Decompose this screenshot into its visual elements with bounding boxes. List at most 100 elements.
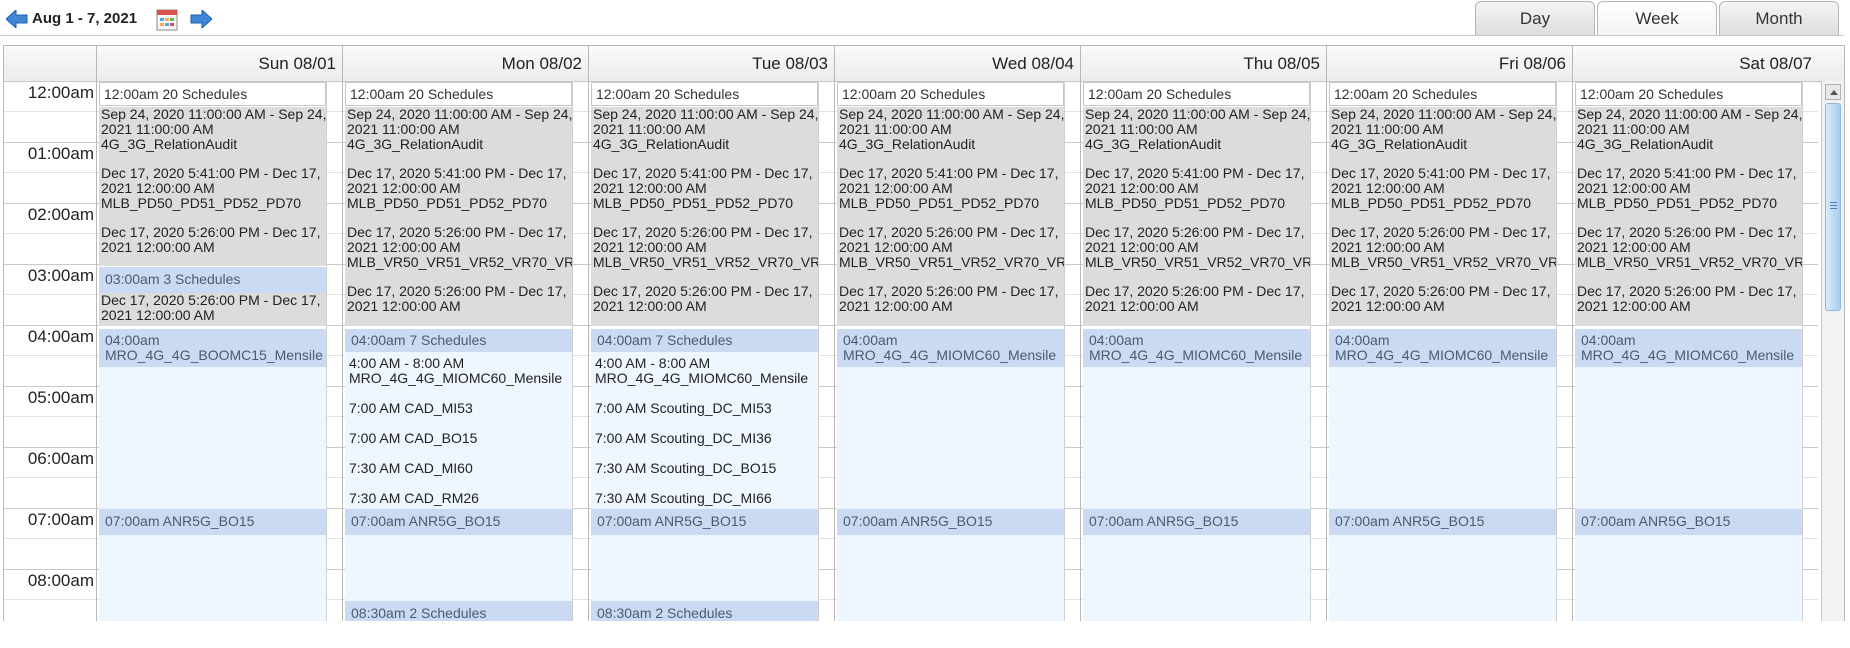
schedule-entry-text: 2021 12:00:00 AM bbox=[1085, 298, 1199, 314]
day-column-wed[interactable]: 12:00am 20 Schedules Sep 24, 2020 11:00:0… bbox=[834, 81, 1080, 621]
schedule-entry-text: Dec 17, 2020 5:41:00 PM - Dec 17, bbox=[1331, 165, 1551, 181]
schedule-block-4am[interactable]: 04:00am MRO_4G_4G_MIOMC60_Mensile bbox=[1083, 329, 1310, 509]
day-column-thu[interactable]: 12:00am 20 Schedules Sep 24, 2020 11:00:0… bbox=[1080, 81, 1326, 621]
tag-line: MRO_4G_4G_BOOMC15_Mensile bbox=[105, 347, 323, 363]
schedule-entry-text[interactable]: 7:30 AM CAD_MI60 bbox=[345, 461, 572, 476]
schedule-entry-text[interactable]: 7:30 AM Scouting_DC_BO15 bbox=[591, 461, 818, 476]
schedule-entry-text: 2021 12:00:00 AM bbox=[347, 239, 461, 255]
schedule-entry-text: Sep 24, 2020 11:00:00 AM - Sep 24, bbox=[1577, 107, 1802, 122]
schedule-entry-text[interactable]: 4:00 AM - 8:00 AM bbox=[345, 356, 572, 371]
day-column-mon[interactable]: 12:00am 20 Schedules Sep 24, 2020 11:00:0… bbox=[342, 81, 588, 621]
schedule-block-4am[interactable]: 04:00am MRO_4G_4G_BOOMC15_Mensile bbox=[99, 329, 326, 509]
schedule-entry-text[interactable]: 7:00 AM Scouting_DC_MI36 bbox=[591, 431, 818, 446]
schedule-7am[interactable]: 07:00am ANR5G_BO15 bbox=[99, 509, 326, 535]
time-label: 08:00am bbox=[27, 571, 94, 590]
schedule-block-midnight[interactable]: Sep 24, 2020 11:00:00 AM - Sep 24, 2021 1… bbox=[837, 107, 1064, 326]
schedule-entry-text: 2021 12:00:00 AM bbox=[839, 298, 953, 314]
schedule-summary-12am[interactable]: 12:00am 20 Schedules bbox=[99, 82, 326, 106]
schedule-block-4am[interactable]: 04:00am MRO_4G_4G_MIOMC60_Mensile bbox=[1329, 329, 1556, 509]
schedule-entry-text: Sep 24, 2020 11:00:00 AM - Sep 24, bbox=[1331, 107, 1556, 122]
schedule-entry-text[interactable]: 7:30 AM CAD_RM26 bbox=[345, 491, 572, 506]
schedule-summary-12am[interactable]: 12:00am 20 Schedules bbox=[1329, 82, 1556, 106]
schedule-entry-text: 4G_3G_RelationAudit bbox=[1085, 136, 1222, 152]
tag-line: MRO_4G_4G_MIOMC60_Mensile bbox=[843, 347, 1057, 363]
schedule-block-midnight[interactable]: Sep 24, 2020 11:00:00 AM - Sep 24, 2021 1… bbox=[345, 107, 572, 326]
schedule-entry-text: MLB_VR50_VR51_VR52_VR70_VR bbox=[1331, 254, 1556, 270]
schedule-summary-4am[interactable]: 04:00am 7 Schedules bbox=[345, 329, 572, 352]
schedule-summary-830am[interactable]: 08:30am 2 Schedules bbox=[345, 601, 572, 621]
schedule-entry-text[interactable]: MRO_4G_4G_MIOMC60_Mensile bbox=[345, 371, 572, 386]
schedule-entry-text: 2021 12:00:00 AM bbox=[1577, 298, 1691, 314]
day-column-sat[interactable]: 12:00am 20 Schedules Sep 24, 2020 11:00:0… bbox=[1572, 81, 1818, 621]
schedule-block-midnight[interactable]: Sep 24, 2020 11:00:00 AM - Sep 24, 2021 1… bbox=[1575, 107, 1802, 326]
schedule-7am[interactable]: 07:00am ANR5G_BO15 bbox=[345, 509, 572, 535]
schedule-entry-text: 4G_3G_RelationAudit bbox=[1331, 136, 1468, 152]
schedule-block-4am[interactable]: 04:00am 7 Schedules 4:00 AM - 8:00 AM MRO_… bbox=[345, 329, 572, 509]
day-header-sat: Sat 08/07 bbox=[1572, 46, 1818, 81]
overflow-lane bbox=[818, 81, 834, 621]
schedule-block-3am[interactable]: Dec 17, 2020 5:26:00 PM - Dec 17, 2021 12… bbox=[99, 293, 326, 326]
schedule-block-4am[interactable]: 04:00am MRO_4G_4G_MIOMC60_Mensile bbox=[837, 329, 1064, 509]
schedule-7am[interactable]: 07:00am ANR5G_BO15 bbox=[1083, 509, 1310, 535]
schedule-entry-text: 4G_3G_RelationAudit bbox=[593, 136, 730, 152]
schedule-summary-12am[interactable]: 12:00am 20 Schedules bbox=[1575, 82, 1802, 106]
day-column-fri[interactable]: 12:00am 20 Schedules Sep 24, 2020 11:00:0… bbox=[1326, 81, 1572, 621]
schedule-block-7am bbox=[1083, 535, 1310, 621]
schedule-entry-text: MLB_VR50_VR51_VR52_VR70_VR bbox=[1085, 254, 1310, 270]
schedule-tag-4am[interactable]: 04:00am MRO_4G_4G_MIOMC60_Mensile bbox=[1329, 329, 1556, 367]
schedule-entry-text: Dec 17, 2020 5:26:00 PM - Dec 17, bbox=[593, 283, 813, 299]
schedule-list: 4:00 AM - 8:00 AM MRO_4G_4G_MIOMC60_Mensi… bbox=[591, 352, 818, 506]
arrow-right-icon bbox=[190, 10, 212, 28]
schedule-block-midnight[interactable]: Sep 24, 2020 11:00:00 AM - Sep 24, 2021 1… bbox=[99, 107, 326, 266]
schedule-summary-12am[interactable]: 12:00am 20 Schedules bbox=[345, 82, 572, 106]
overflow-lane bbox=[572, 81, 588, 621]
schedule-block-midnight[interactable]: Sep 24, 2020 11:00:00 AM - Sep 24, 2021 1… bbox=[1329, 107, 1556, 326]
schedule-tag-4am[interactable]: 04:00am MRO_4G_4G_MIOMC60_Mensile bbox=[1575, 329, 1802, 367]
schedule-summary-3am[interactable]: 03:00am 3 Schedules bbox=[99, 267, 326, 293]
tab-month[interactable]: Month bbox=[1719, 1, 1839, 35]
schedule-entry-text[interactable]: 7:00 AM CAD_BO15 bbox=[345, 431, 572, 446]
schedule-entry-text[interactable]: MRO_4G_4G_MIOMC60_Mensile bbox=[591, 371, 818, 386]
schedule-summary-830am[interactable]: 08:30am 2 Schedules bbox=[591, 601, 818, 621]
vertical-scrollbar[interactable] bbox=[1821, 81, 1844, 621]
time-label: 07:00am bbox=[27, 510, 94, 529]
schedule-block-midnight[interactable]: Sep 24, 2020 11:00:00 AM - Sep 24, 2021 1… bbox=[1083, 107, 1310, 326]
week-calendar: Sun 08/01 Mon 08/02 Tue 08/03 Wed 08/04 … bbox=[3, 45, 1845, 621]
schedule-7am[interactable]: 07:00am ANR5G_BO15 bbox=[591, 509, 818, 535]
tab-day[interactable]: Day bbox=[1475, 1, 1595, 35]
scroll-thumb[interactable] bbox=[1825, 103, 1841, 311]
schedule-entry-text: 2021 11:00:00 AM bbox=[1331, 121, 1444, 137]
schedule-7am[interactable]: 07:00am ANR5G_BO15 bbox=[1329, 509, 1556, 535]
schedule-entry-text[interactable]: 7:00 AM CAD_MI53 bbox=[345, 401, 572, 416]
schedule-entry-text: MLB_PD50_PD51_PD52_PD70 bbox=[839, 195, 1040, 211]
schedule-7am[interactable]: 07:00am ANR5G_BO15 bbox=[1575, 509, 1802, 535]
schedule-entry-text: MLB_PD50_PD51_PD52_PD70 bbox=[101, 195, 302, 211]
schedule-block-4am[interactable]: 04:00am MRO_4G_4G_MIOMC60_Mensile bbox=[1575, 329, 1802, 509]
day-column-tue[interactable]: 12:00am 20 Schedules Sep 24, 2020 11:00:0… bbox=[588, 81, 834, 621]
schedule-summary-4am[interactable]: 04:00am 7 Schedules bbox=[591, 329, 818, 352]
tab-week[interactable]: Week bbox=[1597, 1, 1717, 35]
schedule-entry-text[interactable]: 7:30 AM Scouting_DC_MI66 bbox=[591, 491, 818, 506]
schedule-block-4am[interactable]: 04:00am 7 Schedules 4:00 AM - 8:00 AM MRO_… bbox=[591, 329, 818, 509]
schedule-entry-text: MLB_PD50_PD51_PD52_PD70 bbox=[1085, 195, 1286, 211]
scroll-up-button[interactable] bbox=[1825, 84, 1841, 100]
schedule-entry-text[interactable]: 4:00 AM - 8:00 AM bbox=[591, 356, 818, 371]
time-label: 06:00am bbox=[27, 449, 94, 468]
schedule-block-midnight[interactable]: Sep 24, 2020 11:00:00 AM - Sep 24, 2021 1… bbox=[591, 107, 818, 326]
schedule-tag-4am[interactable]: 04:00am MRO_4G_4G_MIOMC60_Mensile bbox=[1083, 329, 1310, 367]
calendar-picker-button[interactable] bbox=[156, 9, 178, 31]
schedule-tag-4am[interactable]: 04:00am MRO_4G_4G_MIOMC60_Mensile bbox=[837, 329, 1064, 367]
schedule-summary-12am[interactable]: 12:00am 20 Schedules bbox=[591, 82, 818, 106]
schedule-7am[interactable]: 07:00am ANR5G_BO15 bbox=[837, 509, 1064, 535]
schedule-entry-text: MLB_PD50_PD51_PD52_PD70 bbox=[1577, 195, 1778, 211]
day-column-sun[interactable]: 12:00am 20 Schedules Sep 24, 2020 11:00:0… bbox=[96, 81, 342, 621]
schedule-summary-12am[interactable]: 12:00am 20 Schedules bbox=[837, 82, 1064, 106]
schedule-summary-12am[interactable]: 12:00am 20 Schedules bbox=[1083, 82, 1310, 106]
schedule-entry-text: 2021 12:00:00 AM bbox=[101, 307, 215, 323]
schedule-tag-4am[interactable]: 04:00am MRO_4G_4G_BOOMC15_Mensile bbox=[99, 329, 326, 367]
schedule-entry-text[interactable]: 7:00 AM Scouting_DC_MI53 bbox=[591, 401, 818, 416]
